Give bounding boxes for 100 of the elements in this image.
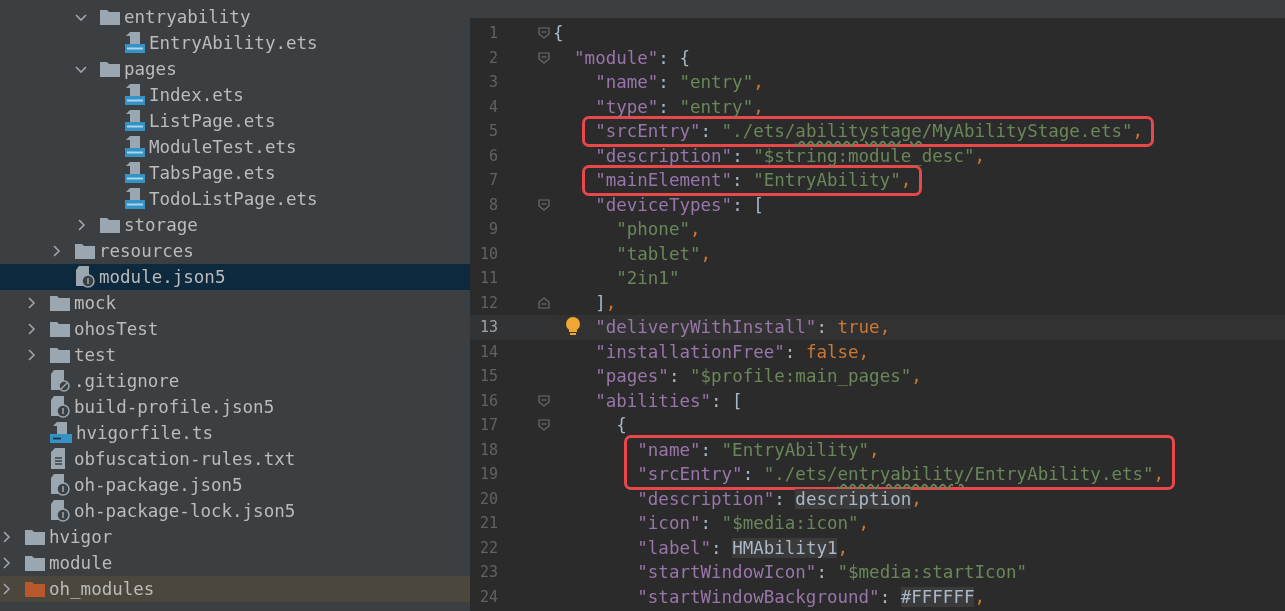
code-line: "abilities": [: [594, 389, 744, 413]
file-name: obfuscation-rules.txt: [74, 449, 296, 469]
fold-marker-icon[interactable]: [538, 394, 550, 407]
code-line: "deviceTypes": [: [594, 193, 765, 217]
file-name: oh-package-lock.json5: [74, 501, 296, 521]
file-name: resources: [99, 241, 194, 261]
fold-marker-icon[interactable]: [538, 198, 550, 211]
chevron-icon[interactable]: [75, 219, 87, 231]
line-number: 23: [478, 563, 498, 582]
code-line: "description": "$string:module_desc",: [594, 144, 986, 168]
code-line: "label": HMAbility1,: [636, 536, 850, 560]
tree-item[interactable]: EntryAbility.ets: [0, 30, 470, 56]
line-number: 17: [478, 416, 498, 435]
chevron-icon[interactable]: [75, 11, 87, 23]
fold-marker-icon[interactable]: [538, 419, 550, 432]
line-number: 18: [478, 440, 498, 459]
folder-icon: [100, 217, 120, 233]
lightbulb-icon[interactable]: [565, 317, 581, 337]
tree-item[interactable]: module.json5: [0, 264, 470, 290]
tree-item[interactable]: pages: [0, 56, 470, 82]
chevron-icon[interactable]: [0, 583, 12, 595]
tree-item[interactable]: module: [0, 550, 470, 576]
tree-item[interactable]: resources: [0, 238, 470, 264]
code-line: "srcEntry": "./ets/abilitystage/MyAbilityStage.ets",: [595, 120, 1144, 143]
line-number: 14: [478, 342, 498, 361]
line-number: 22: [478, 538, 498, 557]
code-line: ],: [594, 291, 618, 315]
fold-marker-icon[interactable]: [538, 296, 550, 309]
code-line: "pages": "$profile:main_pages",: [594, 365, 923, 388]
folder-icon: [25, 581, 45, 597]
folder-icon: [75, 243, 95, 259]
code-line: "phone",: [615, 218, 702, 241]
chevron-icon[interactable]: [0, 557, 12, 569]
tree-item[interactable]: ListPage.ets: [0, 108, 470, 134]
file-name: storage: [124, 215, 198, 235]
chevron-icon[interactable]: [0, 531, 12, 543]
code-file-icon: [125, 136, 145, 158]
code-line: {: [553, 22, 565, 45]
file-name: hvigor: [49, 527, 113, 547]
tree-item[interactable]: oh-package-lock.json5: [0, 498, 470, 524]
code-line: "2in1": [615, 267, 681, 290]
tree-item[interactable]: Index.ets: [0, 82, 470, 108]
code-line: "description": description,: [636, 487, 923, 511]
code-line: "module": {: [573, 46, 691, 70]
code-line: "type": "entry",: [594, 95, 765, 119]
tree-item[interactable]: hvigorfile.ts: [0, 420, 470, 446]
line-number: 2: [487, 48, 498, 67]
file-name: ListPage.ets: [149, 111, 276, 131]
code-file-icon: [125, 162, 145, 184]
line-number: 9: [487, 220, 498, 239]
tree-item[interactable]: hvigor: [0, 524, 470, 550]
code-line: "name": "EntryAbility",: [637, 438, 881, 462]
code-file-icon: [125, 110, 145, 132]
tree-item[interactable]: storage: [0, 212, 470, 238]
file-name: entryability: [124, 7, 251, 27]
file-name: ModuleTest.ets: [149, 137, 297, 157]
tree-item[interactable]: oh_modules: [0, 576, 470, 602]
file-name: ohosTest: [74, 319, 159, 339]
chevron-icon[interactable]: [25, 349, 37, 361]
line-number: 13: [478, 318, 498, 337]
tree-item[interactable]: oh-package.json5: [0, 472, 470, 498]
chevron-icon[interactable]: [75, 63, 87, 75]
tree-item[interactable]: mock: [0, 290, 470, 316]
code-file-icon: [125, 84, 145, 106]
code-line: "mainElement": "EntryAbility",: [595, 169, 912, 192]
line-number: 5: [487, 122, 498, 141]
line-number: 15: [478, 367, 498, 386]
line-number: 24: [478, 587, 498, 606]
chevron-icon[interactable]: [25, 297, 37, 309]
chevron-icon[interactable]: [50, 245, 62, 257]
fold-marker-icon[interactable]: [538, 51, 550, 64]
tree-item[interactable]: TabsPage.ets: [0, 160, 470, 186]
code-line: "name": "entry",: [594, 71, 765, 94]
file-name: module.json5: [99, 267, 226, 287]
chevron-icon[interactable]: [25, 323, 37, 335]
code-line: "tablet",: [615, 242, 713, 266]
code-file-icon: [125, 188, 145, 210]
code-line: "icon": "$media:icon",: [636, 512, 871, 535]
line-number: 19: [478, 465, 498, 484]
code-line: {: [615, 414, 628, 437]
code-file-icon: [125, 32, 145, 54]
tree-item[interactable]: .gitignore: [0, 368, 470, 394]
line-number: 4: [487, 97, 498, 116]
file-name: hvigorfile.ts: [76, 423, 213, 443]
tree-item[interactable]: ohosTest: [0, 316, 470, 342]
tree-item[interactable]: entryability: [0, 4, 470, 30]
folder-icon: [50, 295, 70, 311]
file-name: .gitignore: [74, 371, 180, 391]
fold-marker-icon[interactable]: [538, 27, 550, 40]
config-file-icon: [50, 474, 70, 496]
line-number: 12: [478, 293, 498, 312]
tree-item[interactable]: obfuscation-rules.txt: [0, 446, 470, 472]
tree-item[interactable]: ModuleTest.ets: [0, 134, 470, 160]
line-number: 3: [487, 73, 498, 92]
folder-icon: [50, 321, 70, 337]
folder-icon: [100, 61, 120, 77]
tree-item[interactable]: build-profile.json5: [0, 394, 470, 420]
file-name: oh_modules: [49, 579, 155, 599]
tree-item[interactable]: test: [0, 342, 470, 368]
tree-item[interactable]: TodoListPage.ets: [0, 186, 470, 212]
